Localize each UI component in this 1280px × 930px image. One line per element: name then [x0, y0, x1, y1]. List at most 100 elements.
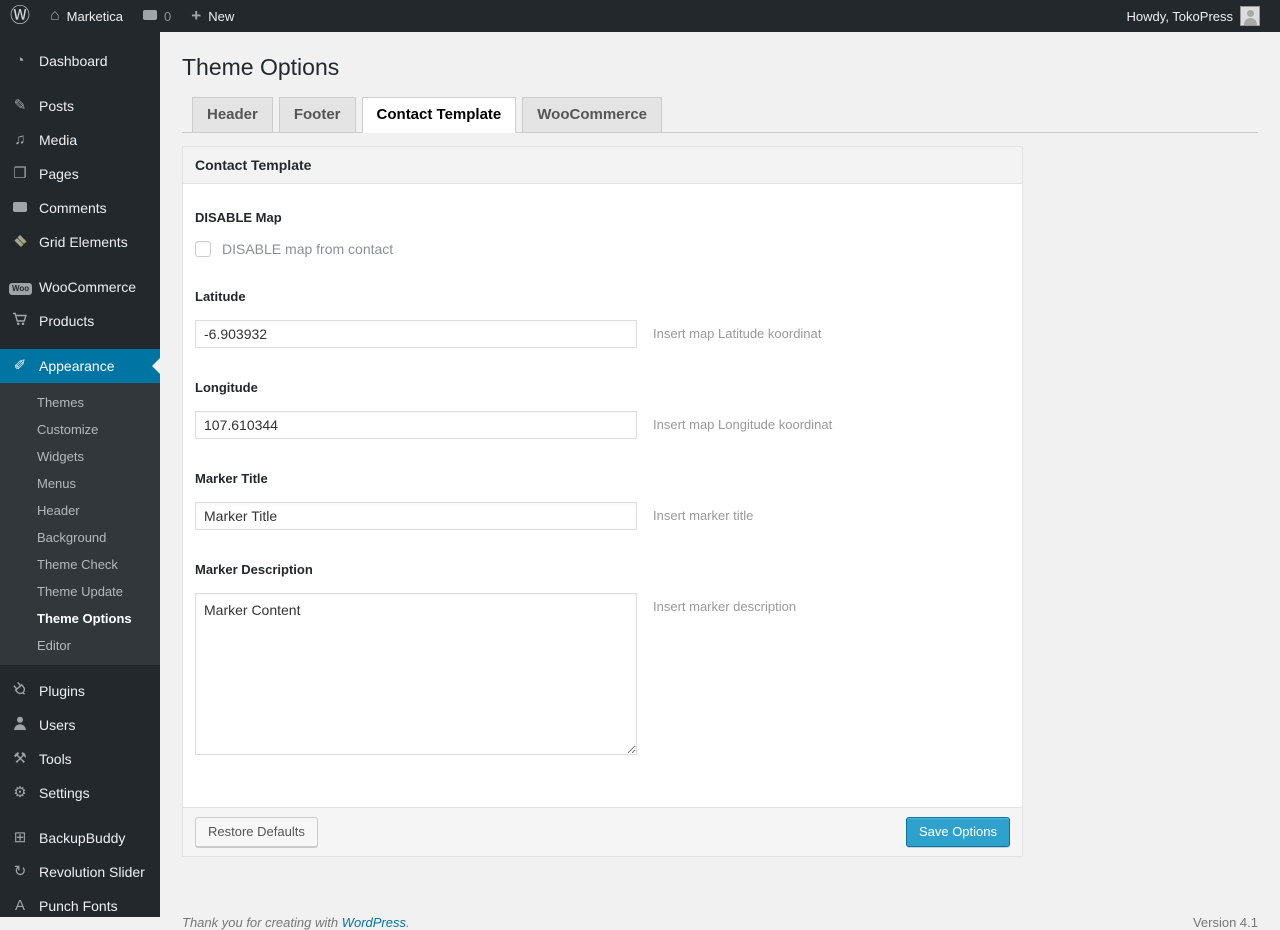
sidebar-item-label: Tools	[39, 751, 72, 767]
disable-map-checkbox-label[interactable]: DISABLE map from contact	[222, 241, 393, 257]
submenu-item-theme-update[interactable]: Theme Update	[0, 578, 160, 605]
plus-icon: +	[191, 6, 202, 25]
tab-woocommerce[interactable]: WooCommerce	[522, 97, 663, 132]
sidebar-item-users[interactable]: Users	[0, 708, 160, 742]
submenu-item-background[interactable]: Background	[0, 524, 160, 551]
sidebar-item-label: BackupBuddy	[39, 830, 126, 846]
sidebar-item-products[interactable]: Products	[0, 304, 160, 338]
sidebar-item-label: Posts	[39, 98, 75, 114]
field-marker-description: Marker Description Marker Content Insert…	[195, 562, 1010, 755]
submenu-item-theme-check[interactable]: Theme Check	[0, 551, 160, 578]
sidebar-item-grid-elements[interactable]: ❖ Grid Elements	[0, 225, 160, 259]
woocommerce-icon: Woo	[9, 279, 33, 295]
sidebar-item-pages[interactable]: ❐ Pages	[0, 157, 160, 191]
sidebar-item-media[interactable]: ♫ Media	[0, 123, 160, 157]
grid-elements-icon: ❖	[13, 233, 27, 250]
sidebar-item-label: Media	[39, 132, 78, 148]
cart-icon	[9, 311, 31, 331]
new-label: New	[208, 8, 235, 24]
sidebar-item-label: Comments	[39, 200, 107, 216]
user-icon	[9, 715, 31, 735]
avatar	[1240, 6, 1260, 26]
sidebar-item-backupbuddy[interactable]: ⊞ BackupBuddy	[0, 821, 160, 855]
sidebar-item-woocommerce[interactable]: Woo WooCommerce	[0, 270, 160, 304]
menu-separator	[0, 78, 160, 89]
submenu-item-theme-options[interactable]: Theme Options	[0, 605, 160, 632]
sidebar-item-comments[interactable]: Comments	[0, 191, 160, 225]
version-label: Version 4.1	[1192, 915, 1258, 930]
appearance-submenu: Themes Customize Widgets Menus Header Ba…	[0, 383, 160, 665]
thanks-text: Thank you for creating with WordPress.	[182, 915, 410, 930]
sidebar-item-plugins[interactable]: Plugins	[0, 674, 160, 708]
sidebar-item-settings[interactable]: ⚙ Settings	[0, 776, 160, 810]
submenu-item-widgets[interactable]: Widgets	[0, 443, 160, 470]
submenu-item-editor[interactable]: Editor	[0, 632, 160, 659]
sidebar-item-label: Punch Fonts	[39, 898, 118, 914]
contact-template-panel: Contact Template DISABLE Map DISABLE map…	[182, 146, 1023, 857]
sidebar-item-appearance[interactable]: ✐ Appearance	[0, 349, 160, 383]
sidebar-item-label: Dashboard	[39, 53, 108, 69]
disable-map-checkbox[interactable]	[195, 241, 211, 257]
submenu-item-header[interactable]: Header	[0, 497, 160, 524]
letter-a-icon: A	[14, 897, 25, 914]
tab-header[interactable]: Header	[192, 97, 273, 132]
marker-description-textarea[interactable]: Marker Content	[195, 593, 637, 755]
panel-body: DISABLE Map DISABLE map from contact Lat…	[183, 184, 1022, 807]
marker-description-hint: Insert marker description	[653, 599, 797, 614]
comments-admin-link[interactable]: 0	[133, 0, 181, 32]
restore-defaults-button[interactable]: Restore Defaults	[195, 817, 318, 847]
latitude-input[interactable]	[195, 320, 637, 348]
sidebar-item-label: Products	[39, 313, 95, 329]
sidebar-item-label: Settings	[39, 785, 90, 801]
wordpress-logo-icon: Ⓦ	[10, 5, 30, 27]
wordpress-logo-menu[interactable]: Ⓦ	[0, 0, 40, 32]
marker-title-input[interactable]	[195, 502, 637, 530]
tab-footer[interactable]: Footer	[278, 97, 356, 132]
sidebar-item-label: Users	[39, 717, 76, 733]
field-longitude: Longitude Insert map Longitude koordinat	[195, 380, 1010, 439]
comments-bubble-icon	[143, 10, 158, 20]
sidebar-item-label: WooCommerce	[39, 279, 136, 295]
theme-options-tabs: Header Footer Contact Template WooCommer…	[182, 97, 1258, 133]
marker-title-hint: Insert marker title	[653, 508, 754, 523]
wordpress-link[interactable]: WordPress	[342, 915, 406, 930]
site-name-link[interactable]: ⌂ Marketica	[40, 0, 133, 32]
sidebar-item-posts[interactable]: ✎ Posts	[0, 89, 160, 123]
media-icon: ♫	[14, 131, 26, 148]
sidebar-item-revolution-slider[interactable]: ↻ Revolution Slider	[0, 855, 160, 889]
howdy-account-menu[interactable]: Howdy, TokoPress	[1117, 0, 1270, 32]
tab-contact-template[interactable]: Contact Template	[361, 97, 517, 133]
pushpin-icon: ✎	[13, 97, 27, 114]
save-options-button[interactable]: Save Options	[905, 817, 1010, 847]
page-footer: Thank you for creating with WordPress. V…	[182, 915, 1258, 930]
tools-icon: ⚒	[13, 750, 27, 767]
new-content-menu[interactable]: + New	[181, 0, 244, 32]
latitude-hint: Insert map Latitude koordinat	[653, 326, 822, 341]
comment-icon	[9, 200, 31, 216]
field-label: Longitude	[195, 380, 258, 395]
main-content: Theme Options Header Footer Contact Temp…	[160, 32, 1280, 930]
menu-separator	[0, 259, 160, 270]
backup-icon: ⊞	[13, 829, 27, 846]
site-name-label: Marketica	[66, 8, 124, 24]
sidebar-item-dashboard[interactable]: ◔ Dashboard	[0, 44, 160, 78]
sidebar-item-label: Appearance	[39, 358, 115, 374]
admin-bar: Ⓦ ⌂ Marketica 0 + New Howdy, TokoPress	[0, 0, 1280, 32]
longitude-input[interactable]	[195, 411, 637, 439]
longitude-hint: Insert map Longitude koordinat	[653, 417, 833, 432]
panel-footer: Restore Defaults Save Options	[183, 807, 1022, 856]
home-icon: ⌂	[50, 7, 60, 24]
submenu-item-customize[interactable]: Customize	[0, 416, 160, 443]
settings-icon: ⚙	[13, 784, 27, 801]
sidebar-item-label: Plugins	[39, 683, 85, 699]
submenu-item-menus[interactable]: Menus	[0, 470, 160, 497]
menu-separator	[0, 665, 160, 674]
thanks-prefix: Thank you for creating with	[182, 915, 342, 930]
howdy-label: Howdy, TokoPress	[1126, 8, 1233, 24]
admin-sidebar: ◔ Dashboard ✎ Posts ♫ Media ❐ Pages Comm…	[0, 32, 160, 917]
submenu-item-themes[interactable]: Themes	[0, 389, 160, 416]
sidebar-item-punch-fonts[interactable]: A Punch Fonts	[0, 889, 160, 923]
sidebar-item-tools[interactable]: ⚒ Tools	[0, 742, 160, 776]
field-label: Marker Description	[195, 562, 313, 577]
field-marker-title: Marker Title Insert marker title	[195, 471, 1010, 530]
